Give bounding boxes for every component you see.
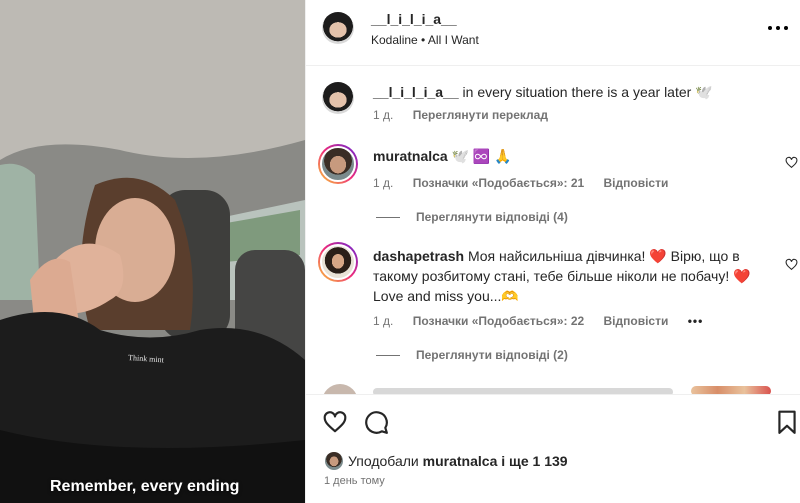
translate-link[interactable]: Переглянути переклад [413,108,548,122]
audio-track[interactable]: Kodaline • All I Want [371,33,479,47]
likes-summary[interactable]: Уподобали muratnalca і ще 1 139 [348,453,568,469]
post-panel: __l_i_l_i_a__ Kodaline • All I Want __l_… [305,0,800,503]
view-replies-button[interactable]: Переглянути відповіді (2) [376,348,568,362]
likes-count[interactable]: і ще 1 139 [501,453,567,469]
more-options-icon[interactable] [768,18,788,38]
like-icon[interactable] [322,409,348,435]
comment-icon[interactable] [363,409,389,435]
commenter-avatar[interactable] [322,384,358,394]
caption-text: in every situation there is a year later… [462,84,713,100]
like-comment-icon[interactable] [785,156,798,169]
commenter-avatar[interactable] [318,144,358,184]
video-caption: Remember, every ending [50,478,240,495]
liker-username[interactable]: muratnalca [423,453,498,469]
comment-time: 1 д. [373,314,394,328]
liker-avatar[interactable] [325,452,343,470]
author-avatar[interactable] [322,12,354,44]
comment-username[interactable]: muratnalca [373,148,448,164]
save-bookmark-icon[interactable] [774,409,800,435]
caption-username[interactable]: __l_i_l_i_a__ [373,84,459,100]
video-frame: Think mint [0,0,305,503]
emoji-strip [691,386,771,394]
comment-time: 1 д. [373,176,394,190]
comment-likes[interactable]: Позначки «Подобається»: 21 [413,176,584,190]
commenter-avatar[interactable] [318,242,358,282]
reply-button[interactable]: Відповісти [604,314,669,328]
comment-more-icon[interactable]: ••• [688,314,704,328]
view-replies-button[interactable]: Переглянути відповіді (4) [376,210,568,224]
comment-likes[interactable]: Позначки «Подобається»: 22 [413,314,584,328]
post-date: 1 день тому [324,475,385,487]
reply-button[interactable]: Відповісти [604,176,669,190]
comments-list[interactable]: __l_i_l_i_a__ in every situation there i… [306,66,800,394]
caption-avatar[interactable] [322,82,354,114]
post-header: __l_i_l_i_a__ Kodaline • All I Want [306,0,800,66]
comment-username[interactable]: dashapetrash [373,248,464,264]
like-comment-icon[interactable] [785,258,798,271]
video-player[interactable]: Think mint Remember, every ending [0,0,305,503]
caption-time: 1 д. [373,108,394,122]
comment-text: 🕊️ ♾️ 🙏 [451,148,512,164]
author-username[interactable]: __l_i_l_i_a__ [371,11,457,27]
